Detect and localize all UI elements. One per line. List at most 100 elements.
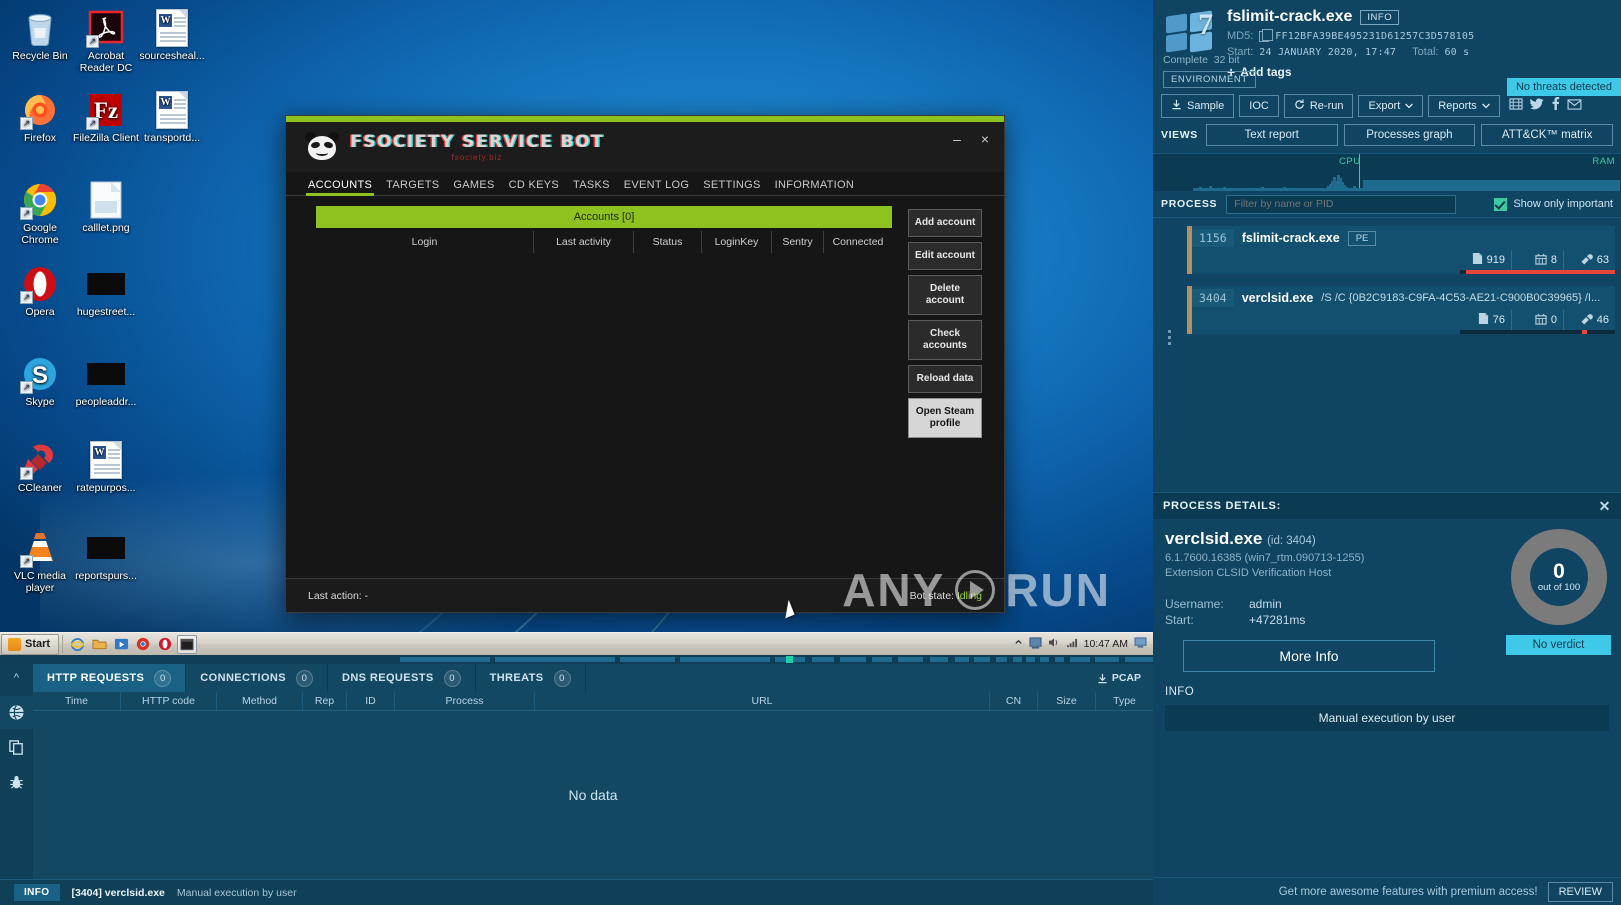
- desktop-icon-redacted[interactable]: reportspurs...: [72, 528, 140, 583]
- tray-show-hidden-icon[interactable]: [1014, 638, 1023, 650]
- taskbar-icon-app-window[interactable]: [177, 634, 198, 654]
- desktop-icon-ccleaner[interactable]: ↗ CCleaner: [6, 440, 74, 495]
- account-action-buttons[interactable]: Add account Edit account Delete account Che…: [908, 206, 982, 581]
- accounts-col-connected[interactable]: Connected: [824, 231, 892, 253]
- report-views-row[interactable]: VIEWS Text report Processes graph ATT&CK™ …: [1153, 118, 1621, 153]
- desktop-icon-word-doc[interactable]: Wsourcesheal...: [138, 8, 206, 63]
- network-tabs[interactable]: HTTP REQUESTS 0 CONNECTIONS 0 DNS REQUESTS 0 T…: [33, 664, 586, 692]
- accounts-col-last-activity[interactable]: Last activity: [534, 231, 634, 253]
- sample-button[interactable]: Sample: [1161, 94, 1235, 118]
- desktop-icon-image-file[interactable]: calllet.png: [72, 180, 140, 235]
- process-filter-input[interactable]: [1226, 194, 1457, 214]
- windows-taskbar[interactable]: Start 10:47 AM: [0, 632, 1153, 655]
- accounts-col-status[interactable]: Status: [634, 231, 702, 253]
- process-name[interactable]: fslimit-crack.exe: [1242, 231, 1340, 245]
- twitter-icon[interactable]: [1529, 97, 1544, 115]
- system-tray[interactable]: 10:47 AM: [1014, 636, 1153, 652]
- app-tab-games[interactable]: GAMES: [453, 179, 502, 195]
- tray-network-icon[interactable]: [1066, 637, 1078, 651]
- re-run-button[interactable]: Re-run: [1283, 94, 1354, 118]
- process-row[interactable]: 1156 fslimit-crack.exe PE 919 8 63: [1159, 226, 1615, 274]
- desktop-icon-redacted[interactable]: hugestreet...: [72, 264, 140, 319]
- desktop-icon-word-doc[interactable]: Wtransportd...: [138, 90, 206, 145]
- network-globe-icon[interactable]: [0, 696, 33, 729]
- net-col-size[interactable]: Size: [1038, 692, 1096, 710]
- email-icon[interactable]: [1567, 97, 1582, 115]
- close-icon[interactable]: ✕: [1599, 498, 1611, 515]
- timeline-marker[interactable]: [786, 656, 793, 663]
- view-button-2[interactable]: ATT&CK™ matrix: [1481, 124, 1613, 146]
- view-button-0[interactable]: Text report: [1205, 124, 1338, 146]
- show-desktop-icon[interactable]: [1134, 637, 1147, 651]
- reload-data-button[interactable]: Reload data: [908, 365, 982, 393]
- window-titlebar[interactable]: FSOCIETY SERVICE BOT fsociety.biz – ×: [286, 122, 1004, 172]
- tray-action-center-icon[interactable]: [1029, 636, 1042, 652]
- views-buttons[interactable]: Text report Processes graph ATT&CK™ matrix: [1205, 124, 1613, 146]
- desktop-icon-acrobat[interactable]: ↗ Acrobat Reader DC: [72, 8, 140, 74]
- taskbar-icon-internet-explorer[interactable]: [67, 635, 87, 654]
- view-button-1[interactable]: Processes graph: [1343, 124, 1476, 146]
- video-icon[interactable]: [1509, 97, 1523, 115]
- more-info-button[interactable]: More Info: [1183, 640, 1435, 672]
- desktop-icon-firefox[interactable]: ↗ Firefox: [6, 90, 74, 145]
- app-tab-tasks[interactable]: TASKS: [573, 179, 618, 195]
- desktop-icon-word-doc[interactable]: Wratepurpos...: [72, 440, 140, 495]
- app-tab-event-log[interactable]: EVENT LOG: [624, 179, 697, 195]
- network-tab-connections[interactable]: CONNECTIONS 0: [186, 664, 328, 692]
- bug-icon[interactable]: [0, 766, 33, 799]
- process-list[interactable]: 1156 fslimit-crack.exe PE 919 8 63 3404 verclsi…: [1153, 218, 1621, 346]
- export-button[interactable]: Export: [1358, 95, 1424, 117]
- app-tab-targets[interactable]: TARGETS: [386, 179, 447, 195]
- net-col-type[interactable]: Type: [1096, 692, 1153, 710]
- accounts-col-loginkey[interactable]: LoginKey: [702, 231, 772, 253]
- copy-icon[interactable]: [1259, 28, 1274, 42]
- net-col-time[interactable]: Time: [33, 692, 121, 710]
- app-nav-tabs[interactable]: ACCOUNTS TARGETS GAMES CD KEYS TASKS EVENT LO…: [286, 172, 1004, 196]
- close-button[interactable]: ×: [972, 128, 998, 150]
- process-filter-bar[interactable]: PROCESS Show only important: [1153, 191, 1621, 218]
- reports-button[interactable]: Reports: [1428, 95, 1500, 117]
- info-row[interactable]: Manual execution by user: [1165, 705, 1609, 731]
- tray-volume-icon[interactable]: [1048, 637, 1060, 651]
- process-name[interactable]: verclsid.exe: [1242, 291, 1314, 305]
- desktop-icon-vlc[interactable]: ↗ VLC media player: [6, 528, 74, 594]
- desktop-icon-skype[interactable]: S ↗ Skype: [6, 354, 74, 409]
- app-tab-settings[interactable]: SETTINGS: [703, 179, 768, 195]
- net-col-http code[interactable]: HTTP code: [121, 692, 217, 710]
- network-tab-threats[interactable]: THREATS 0: [476, 664, 586, 692]
- desktop-icon-opera[interactable]: ↗ Opera: [6, 264, 74, 319]
- net-col-rep[interactable]: Rep: [303, 692, 347, 710]
- net-col-process[interactable]: Process: [395, 692, 535, 710]
- edit-account-button[interactable]: Edit account: [908, 242, 982, 270]
- desktop-icon-filezilla[interactable]: Fz ↗ FileZilla Client: [72, 90, 140, 145]
- social-share-row[interactable]: [1509, 97, 1582, 115]
- environment-pill[interactable]: ENVIRONMENT: [1163, 71, 1256, 88]
- timeline-strip[interactable]: [0, 655, 1153, 664]
- facebook-icon[interactable]: [1551, 97, 1560, 115]
- chevron-up-icon[interactable]: ^: [0, 664, 33, 692]
- process-row[interactable]: 3404 verclsid.exe/S /C {0B2C9183-C9FA-4C5…: [1159, 286, 1615, 345]
- taskbar-icon-explorer[interactable]: [89, 635, 109, 654]
- accounts-col-sentry[interactable]: Sentry: [772, 231, 824, 253]
- review-button[interactable]: REVIEW: [1547, 881, 1613, 902]
- network-side-icons[interactable]: [0, 692, 33, 879]
- app-tab-information[interactable]: INFORMATION: [775, 179, 862, 195]
- check-accounts-button[interactable]: Check accounts: [908, 320, 982, 360]
- open-steam-profile-button[interactable]: Open Steam profile: [908, 398, 982, 438]
- desktop-icon-recycle-bin[interactable]: Recycle Bin: [6, 8, 74, 63]
- net-col-url[interactable]: URL: [535, 692, 990, 710]
- add-account-button[interactable]: Add account: [908, 209, 982, 237]
- taskbar-icon-media-player[interactable]: [111, 635, 131, 654]
- desktop-icon-redacted[interactable]: peopleaddr...: [72, 354, 140, 409]
- taskbar-icon-opera[interactable]: [155, 635, 175, 654]
- pcap-button[interactable]: PCAP: [1085, 664, 1153, 692]
- accounts-col-login[interactable]: Login: [316, 231, 534, 253]
- net-col-id[interactable]: ID: [347, 692, 395, 710]
- app-tab-accounts[interactable]: ACCOUNTS: [305, 179, 380, 196]
- ioc-button[interactable]: IOC: [1239, 95, 1279, 117]
- desktop-icon-chrome[interactable]: ↗ Google Chrome: [6, 180, 74, 246]
- net-col-method[interactable]: Method: [217, 692, 303, 710]
- fsociety-bot-window[interactable]: FSOCIETY SERVICE BOT fsociety.biz – × AC…: [285, 115, 1005, 613]
- network-tab-http-requests[interactable]: HTTP REQUESTS 0: [33, 664, 187, 692]
- network-tab-dns-requests[interactable]: DNS REQUESTS 0: [328, 664, 476, 692]
